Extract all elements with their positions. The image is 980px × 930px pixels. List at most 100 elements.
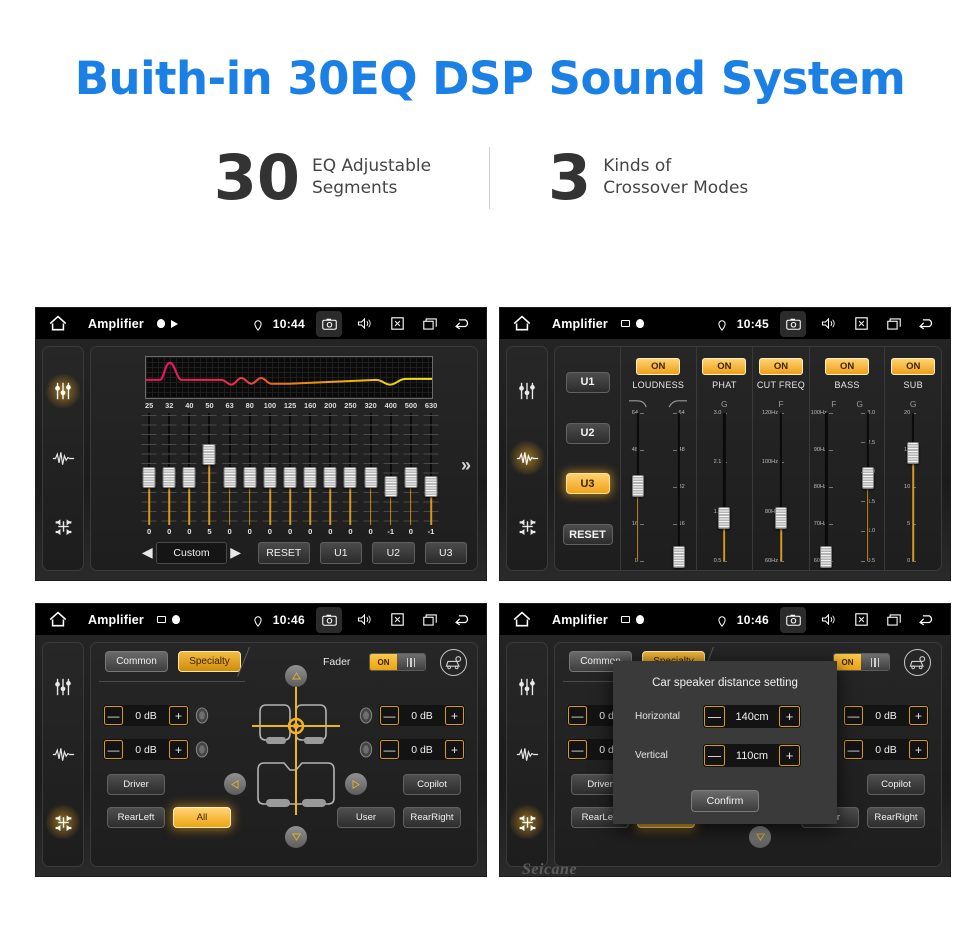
seat-rearright-button[interactable]: RearRight <box>867 807 925 828</box>
decrement-button[interactable]: — <box>380 706 399 725</box>
eq-band-32[interactable] <box>159 413 179 525</box>
increment-button[interactable]: + <box>169 706 188 725</box>
car-settings-icon[interactable] <box>904 649 931 676</box>
volume-icon[interactable] <box>817 609 839 631</box>
back-icon[interactable] <box>452 313 474 335</box>
fader-toggle[interactable]: ON <box>369 653 426 671</box>
camera-icon[interactable] <box>780 606 806 633</box>
eq-band-100[interactable] <box>260 413 280 525</box>
close-box-icon[interactable] <box>386 313 408 335</box>
dpad-up-button[interactable] <box>285 665 307 687</box>
power-toggle-loudness[interactable]: ON <box>636 358 681 375</box>
prev-preset-button[interactable]: ◀ <box>139 544 156 561</box>
sidebar-item-waveform[interactable] <box>510 441 544 476</box>
eq-band-160[interactable] <box>300 413 320 525</box>
crossover-slider-1[interactable]: 20151050 <box>893 409 933 565</box>
recents-icon[interactable] <box>883 313 905 335</box>
preset-display[interactable]: Custom <box>155 541 228 564</box>
crossover-slider-2[interactable]: 644832160 <box>662 409 695 569</box>
camera-icon[interactable] <box>780 310 806 337</box>
sidebar-item-waveform[interactable] <box>510 737 544 771</box>
seat-driver-button[interactable]: Driver <box>107 774 165 795</box>
dpad-left-button[interactable] <box>224 773 246 795</box>
recents-icon[interactable] <box>419 609 441 631</box>
eq-band-500[interactable] <box>401 413 421 525</box>
crossover-slider-1[interactable]: 3.02.11.30.5 <box>704 409 744 565</box>
eq-band-80[interactable] <box>240 413 260 525</box>
crossover-knob[interactable] <box>907 441 920 464</box>
eq-knob[interactable] <box>202 444 216 466</box>
decrement-button[interactable]: — <box>568 706 587 725</box>
recents-icon[interactable] <box>419 313 441 335</box>
sidebar-item-balance[interactable] <box>510 509 544 543</box>
increment-button[interactable]: + <box>779 745 800 766</box>
preset-u2-button[interactable]: U2 <box>565 422 610 444</box>
close-box-icon[interactable] <box>386 609 408 631</box>
increment-button[interactable]: + <box>909 740 928 759</box>
eq-band-63[interactable] <box>220 413 240 525</box>
sidebar-item-equalizer[interactable] <box>46 670 80 704</box>
power-toggle-bass[interactable]: ON <box>825 358 870 375</box>
home-icon[interactable] <box>512 611 532 628</box>
seat-copilot-button[interactable]: Copilot <box>867 774 925 795</box>
preset-u3-button[interactable]: U3 <box>424 541 467 564</box>
eq-knob[interactable] <box>303 466 317 488</box>
home-icon[interactable] <box>512 315 532 332</box>
home-icon[interactable] <box>48 315 68 332</box>
eq-knob[interactable] <box>223 466 237 488</box>
back-icon[interactable] <box>452 609 474 631</box>
next-page-chevron-icon[interactable]: » <box>461 455 471 476</box>
decrement-button[interactable]: — <box>104 740 123 759</box>
close-box-icon[interactable] <box>850 609 872 631</box>
sidebar-item-waveform[interactable] <box>46 737 80 771</box>
fader-toggle[interactable]: ON <box>833 653 890 671</box>
decrement-button[interactable]: — <box>104 706 123 725</box>
eq-band-50[interactable] <box>199 413 219 525</box>
eq-knob[interactable] <box>323 466 337 488</box>
back-icon[interactable] <box>916 313 938 335</box>
preset-u2-button[interactable]: U2 <box>372 541 415 564</box>
eq-knob[interactable] <box>263 466 277 488</box>
seat-all-button[interactable]: All <box>173 807 231 828</box>
sidebar-item-waveform[interactable] <box>46 441 80 475</box>
sidebar-item-balance[interactable] <box>510 805 544 840</box>
tab-common[interactable]: Common <box>105 651 168 672</box>
dpad-down-button[interactable] <box>749 826 771 848</box>
seat-rearright-button[interactable]: RearRight <box>403 807 461 828</box>
dpad-down-button[interactable] <box>285 826 307 848</box>
close-box-icon[interactable] <box>850 313 872 335</box>
eq-band-40[interactable] <box>179 413 199 525</box>
car-seat-map[interactable] <box>248 685 344 835</box>
crossover-slider-1[interactable]: 644832160 <box>621 409 654 565</box>
next-preset-button[interactable]: ▶ <box>227 544 244 561</box>
increment-button[interactable]: + <box>779 706 800 727</box>
decrement-button[interactable]: — <box>844 706 863 725</box>
decrement-button[interactable]: — <box>380 740 399 759</box>
seat-rearleft-button[interactable]: RearLeft <box>107 807 165 828</box>
eq-band-200[interactable] <box>320 413 340 525</box>
increment-button[interactable]: + <box>169 740 188 759</box>
eq-knob[interactable] <box>182 466 196 488</box>
home-icon[interactable] <box>48 611 68 628</box>
eq-knob[interactable] <box>243 466 257 488</box>
crossover-slider-1[interactable]: 100Hz90Hz80Hz70Hz60Hz <box>810 409 843 569</box>
tab-specialty[interactable]: Specialty <box>178 651 241 672</box>
eq-band-125[interactable] <box>280 413 300 525</box>
crossover-slider-2[interactable]: 3.02.52.01.51.00.5 <box>851 409 884 565</box>
power-toggle-sub[interactable]: ON <box>891 358 936 375</box>
decrement-button[interactable]: — <box>844 740 863 759</box>
sidebar-item-balance[interactable] <box>46 509 80 543</box>
decrement-button[interactable]: — <box>568 740 587 759</box>
eq-knob[interactable] <box>384 475 398 497</box>
eq-band-630[interactable] <box>421 413 441 525</box>
sidebar-item-balance[interactable] <box>46 805 80 840</box>
volume-icon[interactable] <box>353 609 375 631</box>
eq-knob[interactable] <box>283 466 297 488</box>
dpad-right-button[interactable] <box>345 773 367 795</box>
crossover-knob[interactable] <box>672 546 685 569</box>
eq-band-400[interactable] <box>381 413 401 525</box>
crossover-knob[interactable] <box>820 546 833 569</box>
crossover-slider-1[interactable]: 120Hz 100Hz 80Hz 60Hz <box>761 409 801 565</box>
recents-icon[interactable] <box>883 609 905 631</box>
seat-user-button[interactable]: User <box>337 807 395 828</box>
